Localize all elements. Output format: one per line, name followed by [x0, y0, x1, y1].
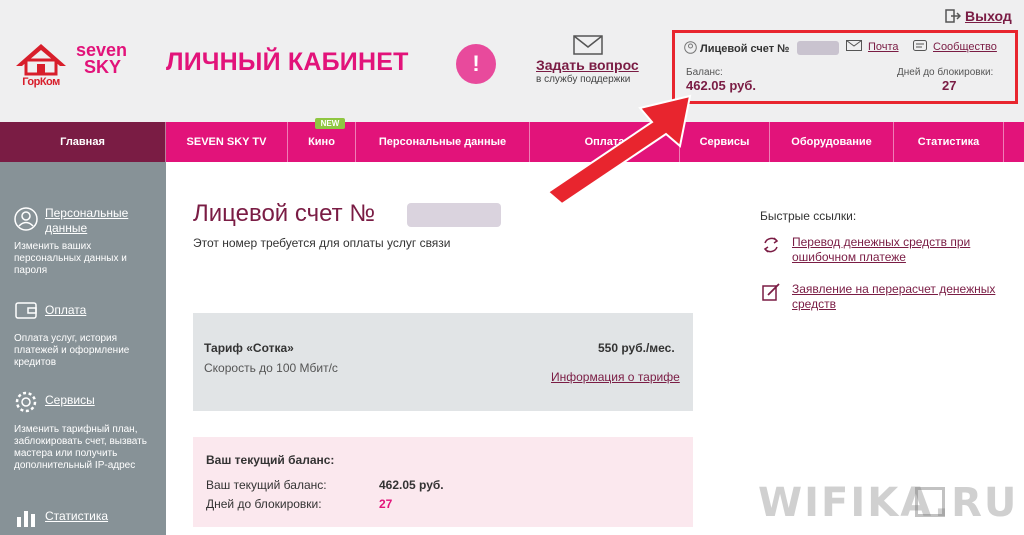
gorkom-logo-text: ГорКом: [22, 76, 60, 88]
account-subtitle: Этот номер требуется для оплаты услуг св…: [193, 236, 451, 250]
quick-link-transfer[interactable]: Перевод денежных средств при ошибочном п…: [792, 235, 1012, 265]
exit-label: Выход: [965, 8, 1012, 24]
user-icon: [14, 207, 38, 231]
account-number-label: Лицевой счет №: [684, 41, 789, 55]
account-label-text: Лицевой счет №: [700, 43, 790, 55]
user-circle-icon: [684, 41, 697, 54]
alert-icon[interactable]: !: [456, 44, 496, 84]
chat-icon: [913, 40, 927, 51]
watermark: WIFIKA.RU: [758, 480, 1019, 526]
account-number-masked: [797, 41, 839, 55]
nav-item-personal-data[interactable]: Персональные данные: [356, 122, 530, 162]
seven-sky-logo[interactable]: seven SKY: [76, 41, 134, 88]
sidebar: Персональные данные Изменить ваших персо…: [0, 162, 166, 535]
nav-item-seven-sky-tv[interactable]: SEVEN SKY TV: [166, 122, 288, 162]
days-value: 27: [379, 497, 393, 511]
refresh-icon: [763, 237, 779, 253]
gorkom-logo[interactable]: ГорКом: [12, 42, 70, 88]
annotation-arrow: [546, 94, 692, 206]
community-link-label: Сообщество: [933, 41, 997, 53]
house-logo-icon: [16, 44, 66, 76]
header-balance-label: Баланс:: [686, 67, 723, 78]
sidebar-item-payment[interactable]: Оплата: [45, 303, 86, 318]
nav-item-equipment[interactable]: Оборудование: [770, 122, 894, 162]
gear-icon: [15, 391, 37, 413]
nav-item-home[interactable]: Главная: [0, 122, 166, 162]
account-title: Лицевой счет №: [193, 200, 376, 227]
nav-item-statistics[interactable]: Статистика: [894, 122, 1004, 162]
ask-question-link[interactable]: Задать вопрос: [536, 57, 639, 73]
header-days-value: 27: [942, 78, 957, 93]
mail-link[interactable]: Почта: [846, 40, 899, 53]
balance-heading: Ваш текущий баланс:: [206, 453, 335, 467]
days-label: Дней до блокировки:: [206, 497, 322, 511]
exit-button[interactable]: Выход: [945, 8, 1012, 24]
sidebar-desc-personal-data: Изменить ваших персональных данных и пар…: [14, 241, 127, 276]
mail-icon: [846, 40, 862, 51]
envelope-icon[interactable]: [573, 35, 603, 55]
mail-link-label: Почта: [868, 41, 899, 53]
logout-icon: [945, 9, 962, 23]
quick-link-recalculation[interactable]: Заявление на перерасчет денежных средств: [792, 282, 1012, 312]
page-heading: ЛИЧНЫЙ КАБИНЕТ: [166, 48, 409, 76]
balance-value: 462.05 руб.: [379, 478, 444, 492]
seven-sky-logo-line2: SKY: [84, 57, 122, 77]
wallet-icon: [15, 302, 37, 319]
new-badge: NEW: [315, 118, 345, 129]
sidebar-item-personal-data[interactable]: Персональные данные: [45, 206, 166, 236]
sidebar-desc-services: Изменить тарифный план, заблокировать сч…: [14, 424, 147, 471]
balance-label: Ваш текущий баланс:: [206, 478, 327, 492]
community-link[interactable]: Сообщество: [913, 40, 997, 53]
qr-code-icon: [915, 487, 945, 517]
main-nav: Главная SEVEN SKY TV Кино Персональные д…: [0, 122, 1024, 162]
chart-icon: [17, 511, 35, 527]
tariff-speed: Скорость до 100 Мбит/с: [204, 361, 338, 375]
quick-links-heading: Быстрые ссылки:: [760, 209, 857, 223]
tariff-price: 550 руб./мес.: [598, 341, 675, 355]
sidebar-item-statistics[interactable]: Статистика: [45, 509, 108, 524]
header-days-label: Дней до блокировки:: [897, 67, 994, 78]
account-title-masked-number: [407, 203, 501, 227]
tariff-info-link[interactable]: Информация о тарифе: [551, 370, 680, 384]
edit-icon: [762, 283, 780, 301]
tariff-name: Тариф «Сотка»: [204, 341, 294, 355]
sidebar-item-services[interactable]: Сервисы: [45, 393, 95, 408]
sidebar-desc-payment: Оплата услуг, история платежей и оформле…: [14, 333, 130, 368]
